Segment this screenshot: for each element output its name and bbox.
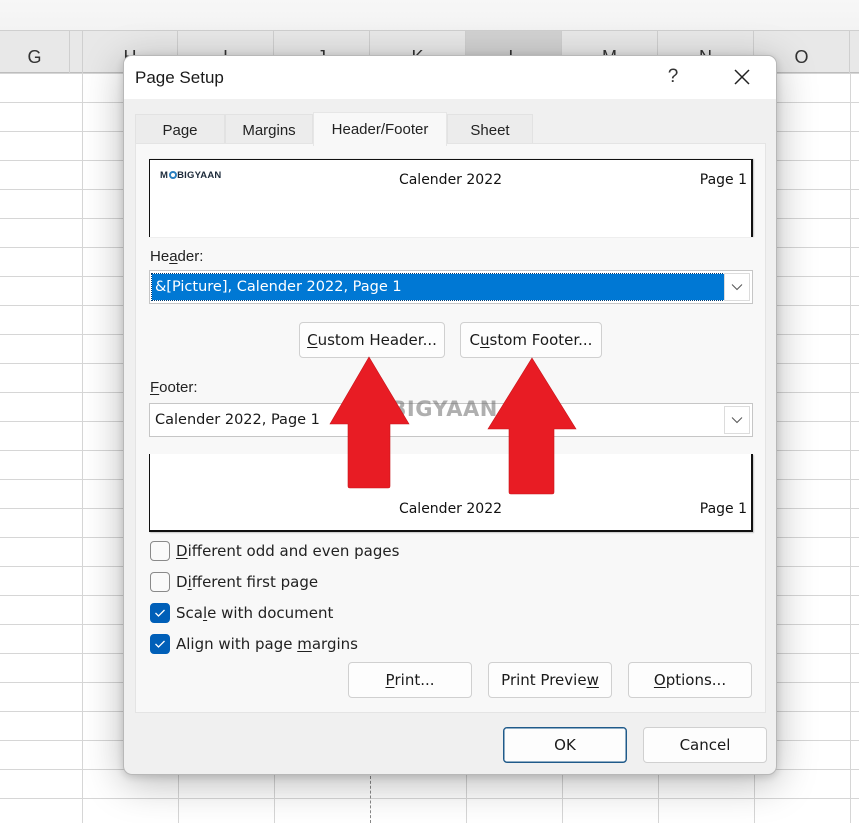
tab-sheet[interactable]: Sheet xyxy=(447,114,533,146)
button-label: C xyxy=(469,331,481,349)
tab-bar: Page Margins Header/Footer Sheet xyxy=(135,112,533,146)
tab-header-footer[interactable]: Header/Footer xyxy=(313,112,447,146)
header-preview-right: Page 1 xyxy=(699,172,747,188)
checkmark-icon xyxy=(155,609,165,617)
help-button[interactable]: ? xyxy=(660,62,686,92)
label-text: He xyxy=(150,248,170,265)
checkbox-label: Align with page margins xyxy=(176,635,358,653)
accelerator-key: u xyxy=(480,331,490,349)
scale-with-document-checkbox[interactable]: Scale with document xyxy=(150,602,333,624)
checkbox-unchecked[interactable] xyxy=(150,541,170,561)
custom-header-button[interactable]: Custom Header... xyxy=(299,322,445,358)
checkbox-label: Different first page xyxy=(176,573,319,591)
grid-line xyxy=(82,73,83,823)
accelerator-key: F xyxy=(150,379,160,396)
page-break-line xyxy=(370,776,371,823)
tab-margins[interactable]: Margins xyxy=(225,114,313,146)
checkbox-unchecked[interactable] xyxy=(150,572,170,592)
accelerator-key: w xyxy=(586,671,599,689)
footer-label: Footer: xyxy=(150,379,198,396)
footer-preview-right: Page 1 xyxy=(699,501,747,517)
checkbox-checked[interactable] xyxy=(150,634,170,654)
footer-dropdown-toggle[interactable] xyxy=(724,406,750,434)
print-preview-button[interactable]: Print Previe w xyxy=(488,662,612,698)
cancel-button[interactable]: Cancel xyxy=(643,727,767,763)
print-button[interactable]: Print... xyxy=(348,662,472,698)
checkmark-icon xyxy=(155,640,165,648)
custom-footer-button[interactable]: Cu stom Footer... xyxy=(460,322,602,358)
label-text: ooter: xyxy=(159,379,198,396)
footer-preview-center: Calender 2022 xyxy=(398,501,503,517)
chevron-down-icon xyxy=(731,417,743,424)
header-footer-panel: M BIGYAAN Calender 2022 Page 1 Header: &[… xyxy=(135,143,766,713)
tab-page[interactable]: Page xyxy=(135,114,225,146)
button-label: rint... xyxy=(394,671,435,689)
dialog-titlebar[interactable]: Page Setup ? xyxy=(124,56,776,99)
close-button[interactable] xyxy=(724,60,760,94)
accelerator-key: P xyxy=(385,671,395,689)
header-dropdown-toggle[interactable] xyxy=(724,273,750,301)
align-with-margins-checkbox[interactable]: Align with page margins xyxy=(150,633,358,655)
help-icon: ? xyxy=(667,66,679,87)
header-label: Header: xyxy=(150,248,203,265)
ribbon-area xyxy=(0,0,859,30)
accelerator-key: C xyxy=(307,331,318,349)
checkbox-label: Different odd and even pages xyxy=(176,542,400,560)
header-dropdown-value: &[Picture], Calender 2022, Page 1 xyxy=(151,273,725,301)
different-first-page-checkbox[interactable]: Different first page xyxy=(150,571,318,593)
checkbox-label: Scale with document xyxy=(176,604,334,622)
button-label: ptions... xyxy=(665,671,727,689)
accelerator-key: O xyxy=(653,671,666,689)
button-label: ustom Header... xyxy=(317,331,437,349)
header-dropdown[interactable]: &[Picture], Calender 2022, Page 1 xyxy=(149,270,753,304)
button-label: Print Previe xyxy=(501,671,587,689)
dialog-title: Page Setup xyxy=(135,68,224,87)
grid-line xyxy=(850,73,851,823)
checkbox-checked[interactable] xyxy=(150,603,170,623)
header-preview: M BIGYAAN Calender 2022 Page 1 xyxy=(149,159,753,237)
options-button[interactable]: Options... xyxy=(628,662,752,698)
column-header-g[interactable]: G xyxy=(0,31,70,73)
button-label: stom Footer... xyxy=(489,331,593,349)
footer-preview: Calender 2022 Page 1 xyxy=(149,454,753,532)
different-odd-even-checkbox[interactable]: Different odd and even pages xyxy=(150,540,399,562)
label-text: der: xyxy=(177,248,204,265)
close-icon xyxy=(734,69,750,85)
accelerator-key: a xyxy=(169,248,178,265)
header-preview-center: Calender 2022 xyxy=(398,172,503,188)
chevron-down-icon xyxy=(731,284,743,291)
ok-button[interactable]: OK xyxy=(503,727,627,763)
watermark: M BIGYAAN xyxy=(350,397,498,421)
